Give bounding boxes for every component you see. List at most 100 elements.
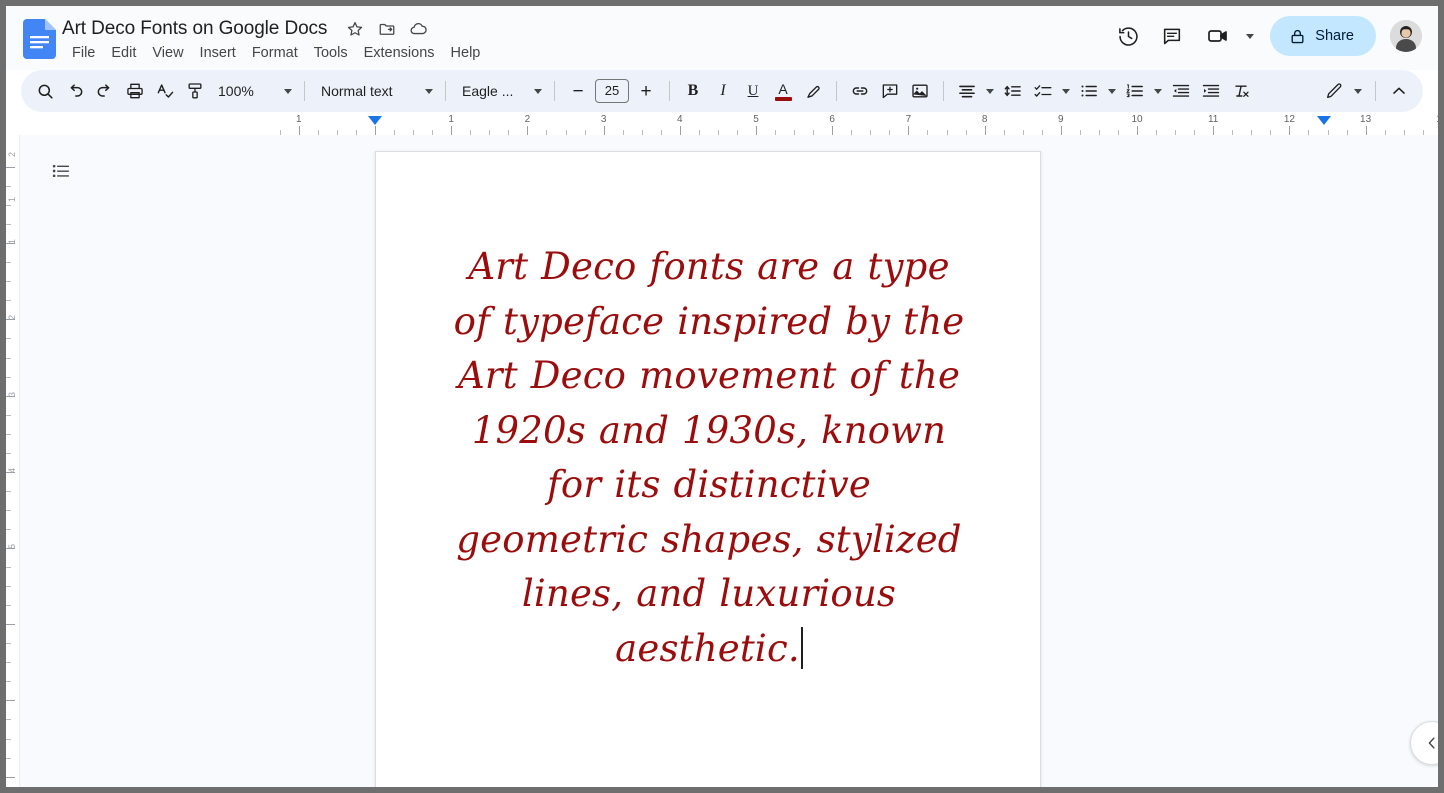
add-comment-icon[interactable] [875,76,905,106]
vertical-ruler-number: 4 [7,468,17,473]
bulleted-list-dropdown-caret[interactable] [1104,76,1120,106]
vertical-ruler-tick [6,358,11,359]
text-cursor [801,627,803,669]
paragraph-style-dropdown[interactable]: Normal text [313,76,437,106]
chevron-down-icon [1062,89,1070,94]
checklist-dropdown-caret[interactable] [1058,76,1074,106]
decrease-font-size-button[interactable]: − [563,76,593,106]
vertical-ruler-tick [6,739,11,740]
document-canvas: Art Deco fonts are a type of typeface in… [20,135,1438,787]
bold-label: B [688,82,699,100]
horizontal-ruler[interactable]: 11234567891011121314 [6,113,1438,135]
menu-tools[interactable]: Tools [306,42,356,64]
ruler-tick [908,126,909,135]
star-icon[interactable] [339,14,371,44]
toolbar-divider [669,81,670,101]
numbered-list-dropdown-caret[interactable] [1150,76,1166,106]
numbered-list-icon[interactable] [1120,76,1150,106]
edit-pencil-icon[interactable] [1319,76,1349,106]
minus-icon: − [572,82,583,101]
vertical-ruler-number: 1 [7,197,17,202]
avatar[interactable] [1390,20,1422,52]
chevron-left-icon[interactable] [1410,721,1438,765]
vertical-ruler-tick [6,224,11,225]
menu-edit[interactable]: Edit [103,42,144,64]
zoom-dropdown[interactable]: 100% [210,76,296,106]
bold-button[interactable]: B [678,76,708,106]
ruler-number: 10 [1131,114,1142,125]
underline-label: U [748,83,759,100]
ruler-tick [527,126,528,135]
menu-format[interactable]: Format [244,42,306,64]
bulleted-list-icon[interactable] [1074,76,1104,106]
ruler-tick [1289,126,1290,135]
underline-button[interactable]: U [738,76,768,106]
font-family-dropdown[interactable]: Eagle ... [454,76,546,106]
vertical-ruler-tick [6,700,15,701]
align-center-icon[interactable] [952,76,982,106]
chevron-up-icon[interactable] [1384,76,1414,106]
toolbar-divider [943,81,944,101]
menu-extensions[interactable]: Extensions [356,42,443,64]
menubar: File Edit View Insert Format Tools Exten… [64,42,488,64]
vertical-ruler-tick [6,662,11,663]
text-color-swatch [775,97,792,101]
vertical-ruler-tick [6,186,11,187]
document-text[interactable]: Art Deco fonts are a type of typeface in… [452,240,966,676]
font-size-input[interactable]: 25 [595,79,629,103]
insert-link-icon[interactable] [845,76,875,106]
lock-icon [1289,28,1306,45]
document-page[interactable]: Art Deco fonts are a type of typeface in… [375,151,1041,787]
menu-insert[interactable]: Insert [192,42,244,64]
vertical-ruler[interactable]: 2112345 [6,135,20,787]
document-outline-icon[interactable] [43,153,79,189]
version-history-icon[interactable] [1108,16,1148,56]
undo-icon[interactable] [60,76,90,106]
left-indent-marker[interactable] [368,116,382,125]
vertical-ruler-tick [6,681,11,682]
vertical-ruler-number: 3 [7,392,17,397]
decrease-indent-icon[interactable] [1166,76,1196,106]
right-indent-marker[interactable] [1317,116,1331,125]
text-color-label: A [778,82,787,96]
vertical-ruler-tick [6,167,15,168]
meeting-button[interactable] [1196,16,1260,56]
ruler-scale: 11234567891011121314 [280,113,1438,135]
clear-formatting-icon[interactable] [1226,76,1256,106]
toolbar-divider [1375,81,1376,101]
menu-view[interactable]: View [144,42,191,64]
menu-help[interactable]: Help [443,42,489,64]
increase-font-size-button[interactable]: + [631,76,661,106]
paint-format-icon[interactable] [180,76,210,106]
vertical-ruler-number: 2 [7,152,17,157]
vertical-ruler-tick [6,777,15,778]
plus-icon: + [640,82,651,101]
ruler-number: 14 [1436,114,1438,125]
move-to-folder-icon[interactable] [371,14,403,44]
insert-image-icon[interactable] [905,76,935,106]
menu-file[interactable]: File [64,42,103,64]
chevron-down-icon [986,89,994,94]
checklist-icon[interactable] [1028,76,1058,106]
search-icon[interactable] [30,76,60,106]
align-dropdown-caret[interactable] [982,76,998,106]
comment-history-icon[interactable] [1152,16,1192,56]
chevron-down-icon [1354,89,1362,94]
ruler-number: 8 [982,114,988,125]
highlight-pen-icon[interactable] [798,76,828,106]
increase-indent-icon[interactable] [1196,76,1226,106]
share-button[interactable]: Share [1270,16,1376,56]
spellcheck-icon[interactable] [150,76,180,106]
cloud-saved-icon[interactable] [403,14,435,44]
editing-mode-dropdown-caret[interactable] [1349,76,1367,106]
redo-icon[interactable] [90,76,120,106]
italic-button[interactable]: I [708,76,738,106]
text-color-button[interactable]: A [768,76,798,106]
google-docs-logo[interactable] [23,19,56,59]
ruler-number: 5 [753,114,759,125]
line-spacing-icon[interactable] [998,76,1028,106]
vertical-ruler-number: 1 [7,239,17,244]
print-icon[interactable] [120,76,150,106]
page-title[interactable]: Art Deco Fonts on Google Docs [62,18,327,40]
chevron-down-icon [1246,34,1254,39]
